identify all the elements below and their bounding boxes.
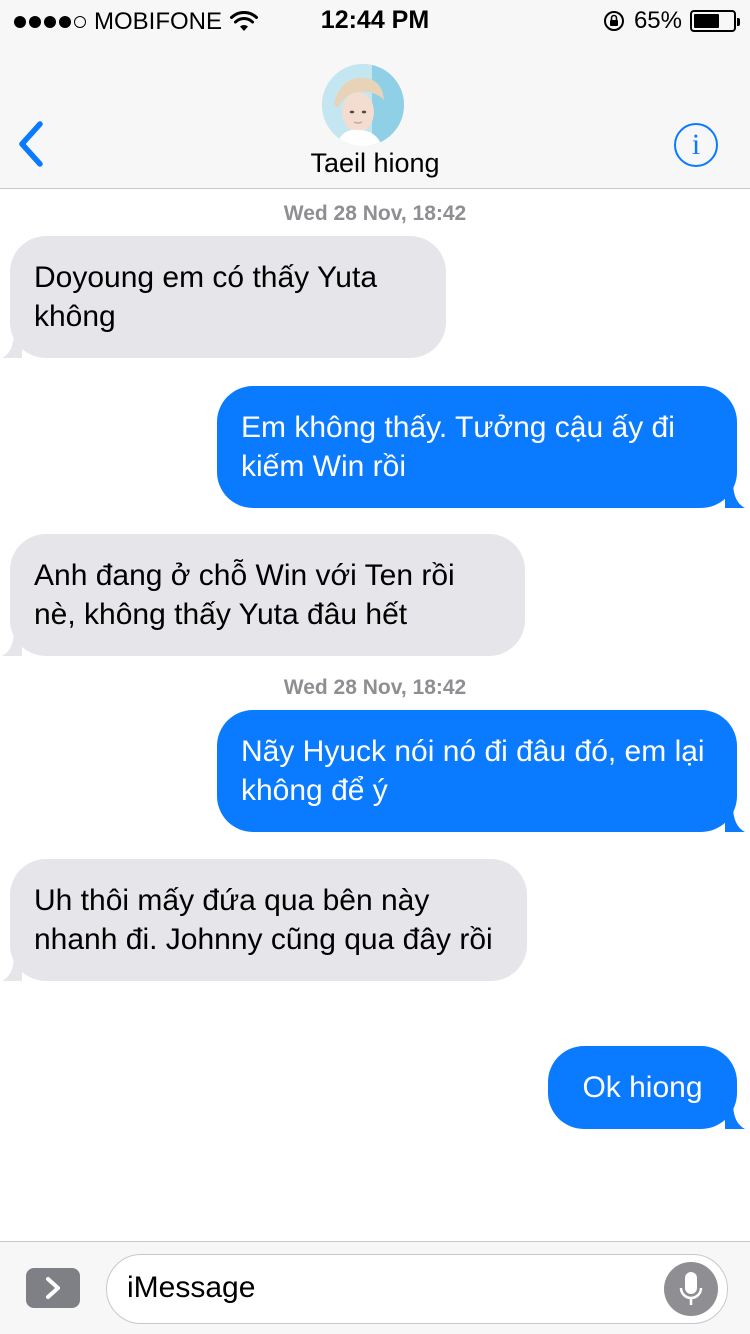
message-timestamp: Wed 28 Nov, 18:42 — [283, 676, 467, 699]
contact-avatar[interactable] — [322, 64, 404, 146]
compose-bar: iMessage — [0, 1241, 750, 1334]
app-drawer-button[interactable] — [26, 1268, 80, 1308]
bubble-tail — [725, 482, 745, 508]
bubble-tail — [2, 955, 22, 981]
conversation-header: Taeil hiong i — [0, 40, 750, 189]
message-text: Anh đang ở chỗ Win với Ten rồi nè, không… — [34, 559, 455, 631]
microphone-icon — [679, 1272, 703, 1305]
incoming-message-bubble[interactable]: Uh thôi mấy đứa qua bên này nhanh đi. Jo… — [2, 859, 527, 981]
status-right: 65% — [602, 7, 740, 35]
bubble-tail — [725, 1103, 745, 1129]
bubble-tail — [2, 332, 22, 358]
outgoing-message-bubble[interactable]: Em không thấy. Tưởng cậu ấy đi kiếm Win … — [217, 386, 745, 508]
message-text: Nãy Hyuck nói nó đi đâu đó, em lại không… — [241, 735, 705, 807]
message-thread[interactable]: Wed 28 Nov, 18:42 Doyoung em có thấy Yut… — [0, 189, 750, 1241]
info-icon[interactable]: i — [674, 123, 718, 167]
message-text: Ok hiong — [582, 1071, 703, 1104]
incoming-message-bubble[interactable]: Anh đang ở chỗ Win với Ten rồi nè, không… — [2, 534, 525, 656]
battery-icon — [690, 10, 740, 32]
message-timestamp: Wed 28 Nov, 18:42 — [283, 202, 467, 225]
dictation-button[interactable] — [664, 1262, 718, 1316]
message-input[interactable]: iMessage — [106, 1254, 728, 1324]
status-bar: MOBIFONE 12:44 PM 65% — [0, 0, 750, 40]
orientation-lock-icon — [603, 11, 624, 31]
outgoing-message-bubble[interactable]: Nãy Hyuck nói nó đi đâu đó, em lại không… — [217, 710, 745, 832]
outgoing-message-bubble[interactable]: Ok hiong — [548, 1046, 745, 1129]
contact-name[interactable]: Taeil hiong — [0, 148, 750, 179]
message-text: Doyoung em có thấy Yuta không — [34, 261, 378, 333]
avatar-photo — [322, 64, 404, 146]
incoming-message-bubble[interactable]: Doyoung em có thấy Yuta không — [2, 236, 446, 358]
chevron-right-icon — [46, 1277, 60, 1299]
message-text: Em không thấy. Tưởng cậu ấy đi kiếm Win … — [241, 411, 675, 483]
bubble-tail — [2, 630, 22, 656]
message-text: Uh thôi mấy đứa qua bên này nhanh đi. Jo… — [34, 884, 493, 956]
bubble-tail — [725, 806, 745, 832]
battery-percent: 65% — [633, 7, 682, 34]
